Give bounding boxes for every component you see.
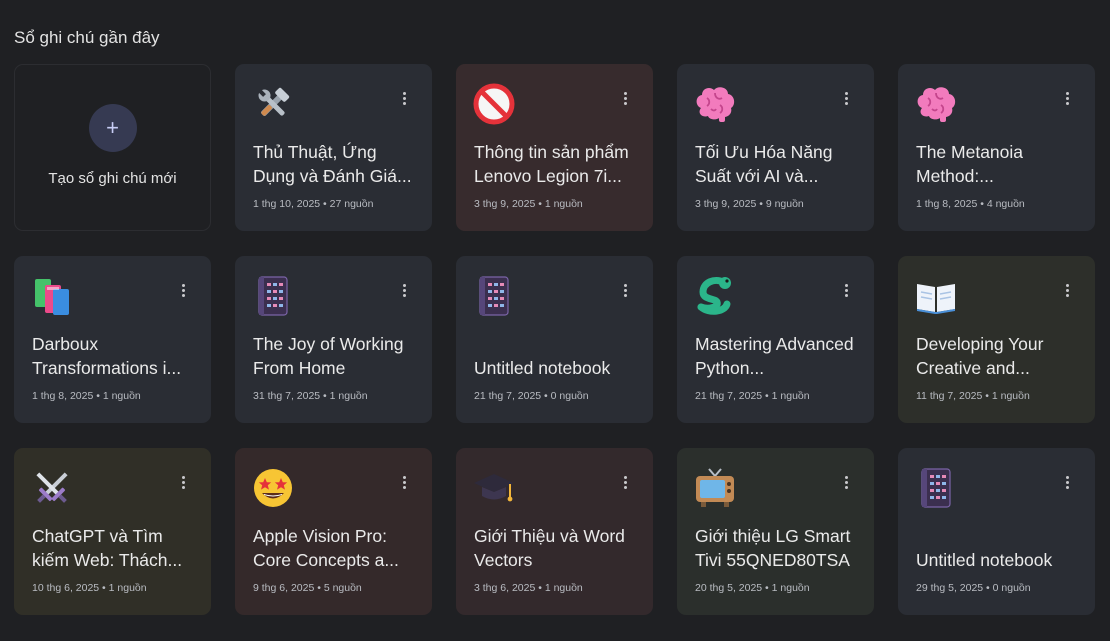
create-notebook-card[interactable]: + Tạo sổ ghi chú mới xyxy=(14,64,211,231)
more-options-icon[interactable] xyxy=(617,474,633,490)
open-book-icon xyxy=(914,274,958,318)
notebook-card[interactable]: Untitled notebook 21 thg 7, 2025 • 0 nguồ… xyxy=(456,256,653,423)
notebook-title: Thông tin sản phẩm Lenovo Legion 7i... xyxy=(474,142,629,186)
notebook-meta: 1 thg 8, 2025 • 4 nguồn xyxy=(916,198,1025,210)
notebook-card[interactable]: Untitled notebook 29 thg 5, 2025 • 0 nguồ… xyxy=(898,448,1095,615)
notebook-card[interactable]: Giới Thiệu và Word Vectors 3 thg 6, 2025 … xyxy=(456,448,653,615)
notebook-card[interactable]: Tối Ưu Hóa Năng Suất với AI và... 3 thg 9… xyxy=(677,64,874,231)
notebook-title: Thủ Thuật, Ứng Dụng và Đánh Giá... xyxy=(253,142,412,186)
notebook-icon xyxy=(251,274,295,318)
notebook-icon xyxy=(472,274,516,318)
more-options-icon[interactable] xyxy=(396,474,412,490)
brain-icon xyxy=(693,82,737,126)
notebook-title: ChatGPT và Tìm kiếm Web: Thách... xyxy=(32,526,183,570)
brain-icon xyxy=(914,82,958,126)
more-options-icon[interactable] xyxy=(617,90,633,106)
notebook-card[interactable]: Thủ Thuật, Ứng Dụng và Đánh Giá... 1 thg … xyxy=(235,64,432,231)
notebook-title: The Metanoia Method:... xyxy=(916,142,1024,186)
more-options-icon[interactable] xyxy=(396,90,412,106)
notebook-title: Giới Thiệu và Word Vectors xyxy=(474,526,625,570)
more-options-icon[interactable] xyxy=(175,474,191,490)
notebook-meta: 20 thg 5, 2025 • 1 nguồn xyxy=(695,582,810,594)
books-icon xyxy=(30,274,74,318)
notebook-card[interactable]: Thông tin sản phẩm Lenovo Legion 7i... 3 … xyxy=(456,64,653,231)
section-title: Sổ ghi chú gần đây xyxy=(14,28,160,47)
tools-icon xyxy=(251,82,295,126)
crossed-swords-icon xyxy=(30,466,74,510)
more-options-icon[interactable] xyxy=(838,90,854,106)
notebook-title: Untitled notebook xyxy=(916,550,1053,570)
notebook-title: Developing Your Creative and... xyxy=(916,334,1044,378)
more-options-icon[interactable] xyxy=(838,282,854,298)
more-options-icon[interactable] xyxy=(838,474,854,490)
notebook-card[interactable]: Developing Your Creative and... 11 thg 7,… xyxy=(898,256,1095,423)
notebook-card[interactable]: The Metanoia Method:... 1 thg 8, 2025 • 4… xyxy=(898,64,1095,231)
more-options-icon[interactable] xyxy=(396,282,412,298)
notebook-meta: 31 thg 7, 2025 • 1 nguồn xyxy=(253,390,368,402)
notebook-meta: 3 thg 6, 2025 • 1 nguồn xyxy=(474,582,583,594)
star-struck-icon xyxy=(251,466,295,510)
graduation-cap-icon xyxy=(472,466,516,510)
notebook-meta: 9 thg 6, 2025 • 5 nguồn xyxy=(253,582,362,594)
more-options-icon[interactable] xyxy=(1059,474,1075,490)
notebook-card[interactable]: Darboux Transformations i... 1 thg 8, 202… xyxy=(14,256,211,423)
notebook-meta: 3 thg 9, 2025 • 9 nguồn xyxy=(695,198,804,210)
notebook-card[interactable]: Mastering Advanced Python... 21 thg 7, 20… xyxy=(677,256,874,423)
more-options-icon[interactable] xyxy=(1059,282,1075,298)
notebook-meta: 1 thg 8, 2025 • 1 nguồn xyxy=(32,390,141,402)
prohibited-icon xyxy=(472,82,516,126)
more-options-icon[interactable] xyxy=(617,282,633,298)
tv-icon xyxy=(693,466,737,510)
notebook-meta: 21 thg 7, 2025 • 1 nguồn xyxy=(695,390,810,402)
plus-icon: + xyxy=(88,104,137,152)
notebook-meta: 1 thg 10, 2025 • 27 nguồn xyxy=(253,198,374,210)
notebook-card[interactable]: ChatGPT và Tìm kiếm Web: Thách... 10 thg … xyxy=(14,448,211,615)
notebook-meta: 10 thg 6, 2025 • 1 nguồn xyxy=(32,582,147,594)
notebook-meta: 29 thg 5, 2025 • 0 nguồn xyxy=(916,582,1031,594)
notebook-title: Tối Ưu Hóa Năng Suất với AI và... xyxy=(695,142,833,186)
notebook-meta: 11 thg 7, 2025 • 1 nguồn xyxy=(916,390,1030,402)
more-options-icon[interactable] xyxy=(1059,90,1075,106)
notebook-meta: 21 thg 7, 2025 • 0 nguồn xyxy=(474,390,589,402)
notebook-title: Giới thiệu LG Smart Tivi 55QNED80TSA xyxy=(695,526,851,570)
notebook-meta: 3 thg 9, 2025 • 1 nguồn xyxy=(474,198,583,210)
notebook-title: The Joy of Working From Home xyxy=(253,334,404,378)
notebook-card[interactable]: Giới thiệu LG Smart Tivi 55QNED80TSA 20 t… xyxy=(677,448,874,615)
notebook-icon xyxy=(914,466,958,510)
notebook-title: Untitled notebook xyxy=(474,358,611,378)
notebook-title: Mastering Advanced Python... xyxy=(695,334,854,378)
snake-icon xyxy=(693,274,737,318)
notebook-grid: + Tạo sổ ghi chú mới Thủ Thuật, Ứng Dụng… xyxy=(14,64,1096,615)
notebook-card[interactable]: Apple Vision Pro: Core Concepts a... 9 th… xyxy=(235,448,432,615)
notebook-title: Darboux Transformations i... xyxy=(32,334,182,378)
create-notebook-label: Tạo sổ ghi chú mới xyxy=(48,170,177,187)
notebook-card[interactable]: The Joy of Working From Home 31 thg 7, 20… xyxy=(235,256,432,423)
more-options-icon[interactable] xyxy=(175,282,191,298)
notebook-title: Apple Vision Pro: Core Concepts a... xyxy=(253,526,399,570)
